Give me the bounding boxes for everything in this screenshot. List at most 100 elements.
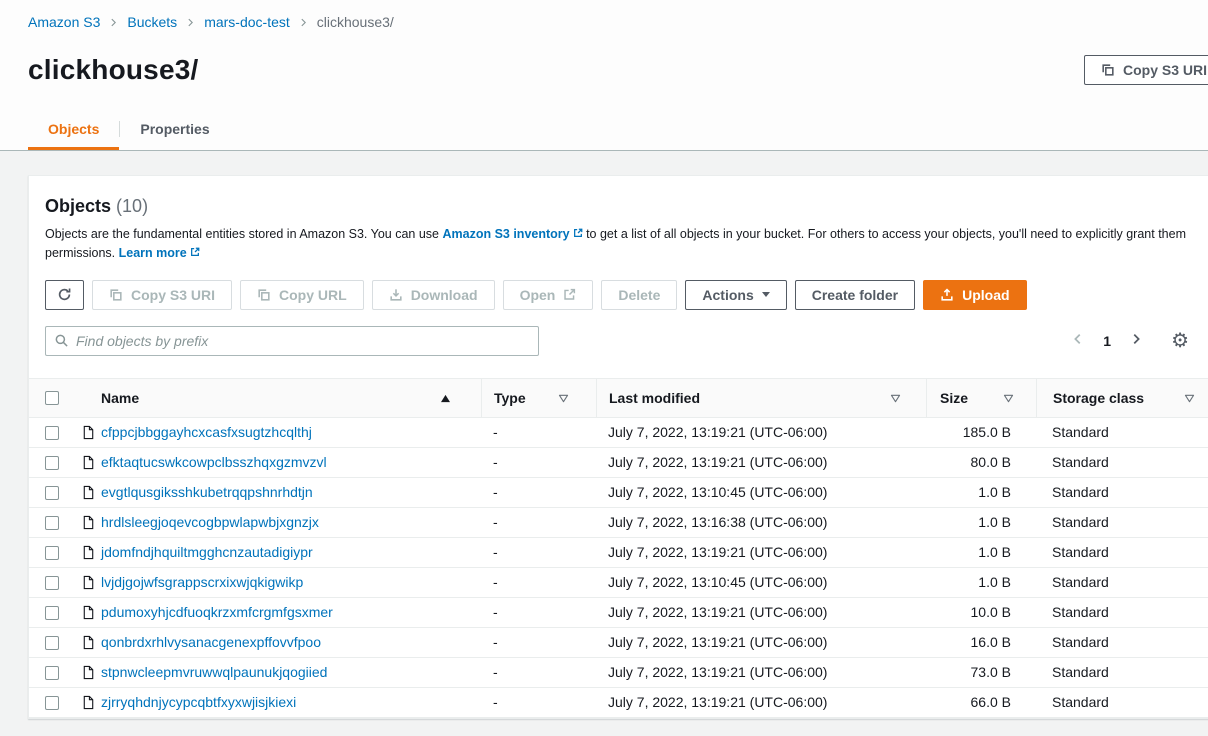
find-objects-input[interactable] [45, 326, 539, 356]
delete-button[interactable]: Delete [601, 280, 677, 310]
object-size-cell: 185.0 B [926, 424, 1036, 440]
upload-button[interactable]: Upload [923, 280, 1026, 310]
object-type-cell: - [481, 514, 596, 530]
type-header-label: Type [494, 390, 526, 406]
row-checkbox[interactable] [45, 516, 59, 530]
object-size-cell: 1.0 B [926, 574, 1036, 590]
object-name-link[interactable]: cfppcjbbggayhcxcasfxsugtzhcqlthj [101, 424, 312, 440]
learn-more-link[interactable]: Learn more [119, 246, 200, 260]
object-name-cell: pdumoxyhjcdfuoqkrzxmfcrgmfgsxmer [81, 604, 481, 620]
copy-s3-uri-label: Copy S3 URI [131, 287, 215, 303]
download-button[interactable]: Download [372, 280, 495, 310]
open-button[interactable]: Open [503, 280, 594, 310]
object-name-link[interactable]: efktaqtucswkcowpclbsszhqxgzmvzvl [101, 454, 327, 470]
breadcrumb-separator-icon [109, 18, 118, 27]
breadcrumb: Amazon S3 Buckets mars-doc-test clickhou… [0, 14, 1208, 30]
breadcrumb-link[interactable]: mars-doc-test [204, 14, 290, 30]
row-checkbox-cell [29, 604, 81, 620]
table-row: cfppcjbbggayhcxcasfxsugtzhcqlthj - July … [29, 418, 1208, 448]
column-header-storage-class[interactable]: Storage class [1036, 379, 1208, 417]
content-area: Objects (10) Objects are the fundamental… [0, 151, 1208, 719]
learn-more-label: Learn more [119, 246, 187, 260]
table-row: hrdlsleegjoqevcogbpwlapwbjxgnzjx - July … [29, 508, 1208, 538]
open-label: Open [520, 287, 556, 303]
column-header-size[interactable]: Size [926, 379, 1036, 417]
copy-s3-uri-header-label: Copy S3 URI [1123, 62, 1207, 78]
object-name-link[interactable]: hrdlsleegjoqevcogbpwlapwbjxgnzjx [101, 514, 319, 530]
object-name-link[interactable]: qonbrdxrhlvysanacgenexpffovvfpoo [101, 634, 321, 650]
tab-objects[interactable]: Objects [28, 108, 119, 150]
object-name-link[interactable]: pdumoxyhjcdfuoqkrzxmfcrgmfgsxmer [101, 604, 333, 620]
tab-properties[interactable]: Properties [120, 108, 229, 150]
preferences-button[interactable]: ⚙ [1171, 331, 1189, 351]
breadcrumb-link[interactable]: Buckets [127, 14, 177, 30]
refresh-button[interactable] [45, 280, 84, 310]
row-checkbox-cell [29, 544, 81, 560]
row-checkbox-cell [29, 424, 81, 440]
current-page-number[interactable]: 1 [1103, 333, 1111, 349]
object-last-modified-cell: July 7, 2022, 13:10:45 (UTC-06:00) [596, 574, 926, 590]
copy-url-button[interactable]: Copy URL [240, 280, 364, 310]
row-checkbox[interactable] [45, 666, 59, 680]
inventory-link[interactable]: Amazon S3 inventory [442, 227, 582, 241]
actions-dropdown-button[interactable]: Actions [685, 280, 786, 310]
table-row: qonbrdxrhlvysanacgenexpffovvfpoo - July … [29, 628, 1208, 658]
sort-icon [1003, 390, 1014, 406]
objects-toolbar: Copy S3 URI Copy URL Download Open [45, 280, 1189, 310]
file-icon [81, 545, 96, 560]
file-icon [81, 605, 96, 620]
copy-icon [1101, 63, 1115, 77]
column-header-name[interactable]: Name [81, 379, 481, 417]
row-checkbox[interactable] [45, 546, 59, 560]
object-type-cell: - [481, 664, 596, 680]
object-size-cell: 1.0 B [926, 484, 1036, 500]
search-row: 1 ⚙ [45, 326, 1189, 356]
object-name-link[interactable]: lvjdjgojwfsgrappscrxixwjqkigwikp [101, 574, 303, 590]
object-name-link[interactable]: zjrryqhdnjycypcqbtfxyxwjisjkiexi [101, 694, 296, 710]
row-checkbox[interactable] [45, 456, 59, 470]
row-checkbox[interactable] [45, 606, 59, 620]
object-name-cell: lvjdjgojwfsgrappscrxixwjqkigwikp [81, 574, 481, 590]
next-page-button[interactable] [1127, 330, 1145, 351]
object-name-link[interactable]: jdomfndjhquiltmgghcnzautadigiypr [101, 544, 313, 560]
object-last-modified-cell: July 7, 2022, 13:19:21 (UTC-06:00) [596, 694, 926, 710]
row-checkbox[interactable] [45, 636, 59, 650]
gear-icon: ⚙ [1171, 330, 1189, 352]
object-name-cell: stpnwcleepmvruwwqlpaunukjqogiied [81, 664, 481, 680]
column-header-type[interactable]: Type [481, 379, 596, 417]
upload-label: Upload [962, 287, 1009, 303]
breadcrumb-link: clickhouse3/ [317, 14, 394, 30]
row-checkbox[interactable] [45, 426, 59, 440]
column-header-last-modified[interactable]: Last modified [596, 379, 926, 417]
file-icon [81, 635, 96, 650]
row-checkbox-cell [29, 514, 81, 530]
copy-s3-uri-header-button[interactable]: Copy S3 URI [1084, 55, 1208, 85]
objects-heading-label: Objects [45, 196, 111, 216]
object-name-cell: evgtlqusgiksshkubetrqqpshnrhdtjn [81, 484, 481, 500]
file-icon [81, 665, 96, 680]
row-checkbox[interactable] [45, 696, 59, 710]
objects-heading: Objects (10) [45, 196, 1189, 217]
object-size-cell: 10.0 B [926, 604, 1036, 620]
create-folder-button[interactable]: Create folder [795, 280, 915, 310]
object-last-modified-cell: July 7, 2022, 13:19:21 (UTC-06:00) [596, 424, 926, 440]
object-storage-class-cell: Standard [1036, 574, 1208, 590]
objects-panel: Objects (10) Objects are the fundamental… [28, 175, 1208, 719]
select-all-checkbox[interactable] [45, 391, 59, 405]
table-row: jdomfndjhquiltmgghcnzautadigiypr - July … [29, 538, 1208, 568]
row-checkbox[interactable] [45, 576, 59, 590]
previous-page-button[interactable] [1069, 330, 1087, 351]
row-checkbox[interactable] [45, 486, 59, 500]
object-name-link[interactable]: evgtlqusgiksshkubetrqqpshnrhdtjn [101, 484, 313, 500]
object-last-modified-cell: July 7, 2022, 13:19:21 (UTC-06:00) [596, 454, 926, 470]
breadcrumb-link[interactable]: Amazon S3 [28, 14, 100, 30]
size-header-label: Size [940, 390, 968, 406]
object-type-cell: - [481, 424, 596, 440]
object-name-link[interactable]: stpnwcleepmvruwwqlpaunukjqogiied [101, 664, 327, 680]
file-icon [81, 695, 96, 710]
object-storage-class-cell: Standard [1036, 514, 1208, 530]
caret-down-icon [762, 292, 770, 297]
file-icon [81, 575, 96, 590]
copy-s3-uri-button[interactable]: Copy S3 URI [92, 280, 232, 310]
inventory-link-label: Amazon S3 inventory [442, 227, 569, 241]
